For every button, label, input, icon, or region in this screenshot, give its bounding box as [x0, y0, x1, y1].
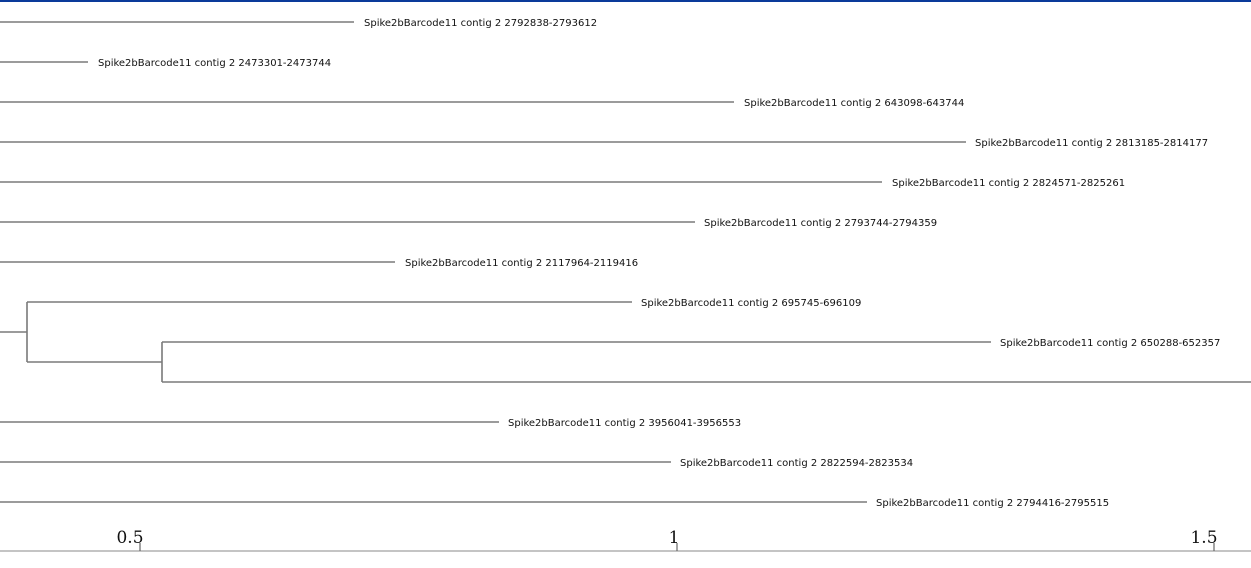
- leaf-label[interactable]: Spike2bBarcode11 contig 2 650288-652357: [1000, 338, 1220, 349]
- scale-axis: 0.5 1 1.5: [0, 528, 1251, 552]
- leaf-label[interactable]: Spike2bBarcode11 contig 2 2792838-279361…: [364, 18, 597, 29]
- leaf-label[interactable]: Spike2bBarcode11 contig 2 2793744-279435…: [704, 218, 937, 229]
- phylogenetic-tree: Spike2bBarcode11 contig 2 2792838-279361…: [0, 18, 1251, 552]
- leaf-label[interactable]: Spike2bBarcode11 contig 2 2794416-279551…: [876, 498, 1109, 509]
- leaf-label[interactable]: Spike2bBarcode11 contig 2 643098-643744: [744, 98, 964, 109]
- leaf-label[interactable]: Spike2bBarcode11 contig 2 2824571-282526…: [892, 178, 1125, 189]
- leaf-label[interactable]: Spike2bBarcode11 contig 2 3956041-395655…: [508, 418, 741, 429]
- leaf-labels: Spike2bBarcode11 contig 2 2792838-279361…: [98, 18, 1220, 509]
- axis-tick-label: 0.5: [116, 528, 143, 548]
- axis-tick-label: 1.5: [1190, 528, 1217, 548]
- leaf-label[interactable]: Spike2bBarcode11 contig 2 2813185-281417…: [975, 138, 1208, 149]
- leaf-label[interactable]: Spike2bBarcode11 contig 2 2822594-282353…: [680, 458, 913, 469]
- leaf-label[interactable]: Spike2bBarcode11 contig 2 2117964-211941…: [405, 258, 638, 269]
- leaf-label[interactable]: Spike2bBarcode11 contig 2 2473301-247374…: [98, 58, 331, 69]
- leaf-label[interactable]: Spike2bBarcode11 contig 2 695745-696109: [641, 298, 861, 309]
- axis-tick-label: 1: [669, 528, 680, 548]
